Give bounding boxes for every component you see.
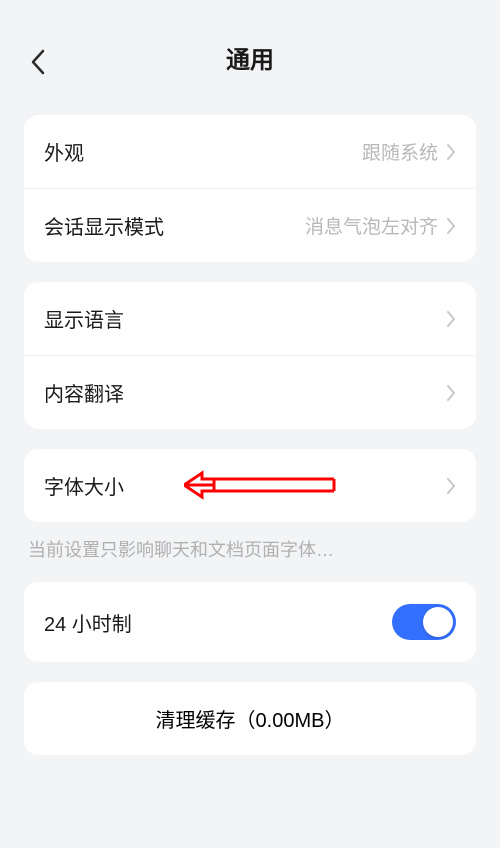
chevron-right-icon <box>446 217 456 235</box>
clock-24h-label: 24 小时制 <box>44 608 132 637</box>
chevron-left-icon <box>30 48 46 76</box>
font-size-label: 字体大小 <box>44 471 124 500</box>
appearance-row[interactable]: 外观 跟随系统 <box>24 115 476 188</box>
clock-24h-toggle[interactable] <box>392 604 456 640</box>
chevron-right-icon <box>446 384 456 402</box>
clear-cache-label: 清理缓存（0.00MB） <box>156 704 345 733</box>
font-size-hint: 当前设置只影响聊天和文档页面字体… <box>28 536 472 562</box>
settings-group-2: 显示语言 内容翻译 <box>24 282 476 429</box>
chat-display-label: 会话显示模式 <box>44 211 164 240</box>
settings-group-1: 外观 跟随系统 会话显示模式 消息气泡左对齐 <box>24 115 476 262</box>
appearance-label: 外观 <box>44 137 84 166</box>
settings-group-3: 字体大小 <box>24 449 476 522</box>
chat-display-value: 消息气泡左对齐 <box>164 212 438 239</box>
chat-display-row[interactable]: 会话显示模式 消息气泡左对齐 <box>24 188 476 262</box>
appearance-value: 跟随系统 <box>84 138 438 165</box>
translation-label: 内容翻译 <box>44 378 124 407</box>
back-button[interactable] <box>30 48 46 81</box>
page-title: 通用 <box>24 40 476 75</box>
annotation-arrow-icon <box>184 465 354 505</box>
toggle-knob <box>423 607 453 637</box>
settings-group-4: 24 小时制 <box>24 582 476 662</box>
language-label: 显示语言 <box>44 304 124 333</box>
clear-cache-row[interactable]: 清理缓存（0.00MB） <box>24 682 476 755</box>
page-header: 通用 <box>0 0 500 95</box>
clock-24h-row: 24 小时制 <box>24 582 476 662</box>
chevron-right-icon <box>446 477 456 495</box>
chevron-right-icon <box>446 310 456 328</box>
translation-row[interactable]: 内容翻译 <box>24 355 476 429</box>
chevron-right-icon <box>446 143 456 161</box>
language-row[interactable]: 显示语言 <box>24 282 476 355</box>
settings-group-5: 清理缓存（0.00MB） <box>24 682 476 755</box>
font-size-row[interactable]: 字体大小 <box>24 449 476 522</box>
